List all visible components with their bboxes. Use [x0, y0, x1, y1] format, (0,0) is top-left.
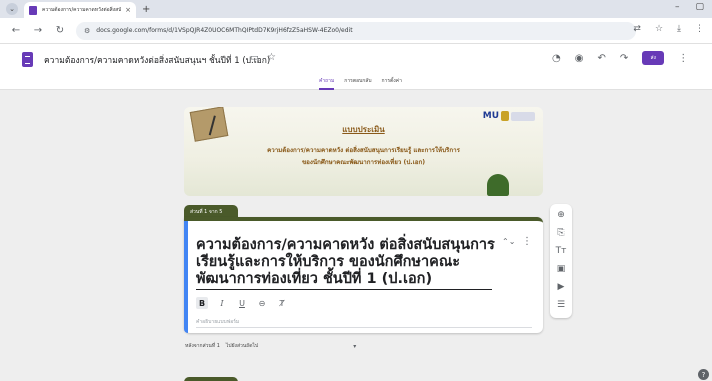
floating-side-toolbar: ⊕ ⎘ Tт ▣ ▶ ☰ [550, 204, 572, 318]
maximize-icon[interactable]: ▢ [695, 2, 704, 12]
browser-tab[interactable]: ความต้องการ/ความคาดหวังต่อสิ่งสนับ... × [24, 2, 136, 18]
form-tabs: คำถาม การตอบกลับ การตั้งค่า [319, 77, 402, 90]
underline-button[interactable]: U [236, 297, 248, 309]
clear-formatting-icon[interactable]: Ⱦ [276, 297, 288, 309]
browser-menu-icon[interactable]: ⋮ [695, 24, 704, 34]
browser-tab-title: ความต้องการ/ความคาดหวังต่อสิ่งสนับ... [42, 7, 122, 13]
forms-logo-icon[interactable] [22, 52, 33, 67]
section-title-input[interactable]: ความต้องการ/ความคาดหวัง ต่อสิ่งสนับสนุนก… [196, 237, 496, 288]
redo-icon[interactable]: ↷ [620, 53, 628, 64]
palette-icon[interactable]: ◔ [552, 53, 561, 64]
window-controls: – ▢ [675, 2, 704, 12]
add-title-icon[interactable]: Tт [554, 244, 568, 258]
preview-eye-icon[interactable]: ◉ [575, 53, 584, 64]
download-icon[interactable]: ⤓ [677, 24, 681, 34]
send-button[interactable]: ส่ง [642, 51, 665, 65]
add-question-icon[interactable]: ⊕ [554, 208, 568, 222]
tab-search-icon[interactable]: ⌄ [6, 3, 18, 15]
section-more-icon[interactable]: ⋮ [522, 236, 532, 247]
bookmark-star-icon[interactable]: ☆ [655, 24, 663, 34]
after-section-control: หลังจากส่วนที่ 1 ไปยังส่วนถัดไป ▾ [185, 342, 356, 350]
next-section-label [184, 377, 238, 381]
add-image-icon[interactable]: ▣ [554, 262, 568, 276]
tab-questions[interactable]: คำถาม [319, 77, 335, 90]
undo-icon[interactable]: ↶ [597, 53, 605, 64]
format-toolbar: B I U ⊖ Ⱦ [196, 297, 288, 309]
new-tab-icon[interactable]: + [142, 4, 150, 15]
banner-subtitle-line-2: ของนักศึกษาคณะพัฒนาการท่องเที่ยว (ป.เอก) [301, 159, 426, 166]
mu-logo-text: MU [482, 111, 499, 121]
card-focus-indicator [184, 221, 188, 333]
browser-tab-strip: ⌄ ความต้องการ/ความคาดหวังต่อสิ่งสนับ... … [0, 0, 712, 18]
header-banner: MU แบบประเมิน ความต้องการ/ความคาดหวัง ต่… [184, 107, 543, 196]
address-bar: ← → ↻ ⚙ docs.google.com/forms/d/1VSpQJR4… [0, 18, 712, 44]
url-text: docs.google.com/forms/d/1VSpQJR4Z0UOC6MT… [96, 27, 353, 34]
star-icon[interactable]: ☆ [267, 52, 276, 63]
help-icon[interactable]: ? [698, 369, 709, 380]
minimize-icon[interactable]: – [675, 2, 680, 12]
back-icon[interactable]: ← [10, 25, 22, 36]
tab-settings[interactable]: การตั้งค่า [382, 77, 402, 90]
add-video-icon[interactable]: ▶ [554, 280, 568, 294]
forms-favicon-icon [29, 5, 37, 15]
tab-close-icon[interactable]: × [125, 6, 131, 14]
browser-actions: ⇄ ☆ ⤓ ⋮ [633, 24, 704, 34]
italic-button[interactable]: I [216, 297, 228, 309]
tab-responses[interactable]: การตอบกลับ [344, 77, 371, 90]
title-underline [196, 289, 492, 290]
banner-subtitle-line-1: ความต้องการ/ความคาดหวัง ต่อสิ่งสนับสนุนก… [267, 147, 460, 154]
form-description-input[interactable] [196, 317, 526, 327]
university-logo: MU [483, 111, 535, 121]
after-section-label: หลังจากส่วนที่ 1 [185, 343, 220, 349]
add-section-icon[interactable]: ☰ [554, 298, 568, 312]
forms-header: ความต้องการ/ความคาดหวังต่อสิ่งสนับสนุนฯ … [0, 44, 712, 90]
after-section-dropdown[interactable]: ไปยังส่วนถัดไป ▾ [226, 342, 356, 350]
collapse-section-icon[interactable]: ⌃⌄ [502, 237, 515, 246]
translate-icon[interactable]: ⇄ [633, 24, 641, 34]
bold-button[interactable]: B [196, 297, 208, 309]
university-seal-icon [501, 111, 509, 121]
reload-icon[interactable]: ↻ [54, 25, 66, 36]
more-options-icon[interactable]: ⋮ [678, 53, 688, 64]
after-section-value: ไปยังส่วนถัดไป [225, 343, 259, 349]
url-field[interactable]: ⚙ docs.google.com/forms/d/1VSpQJR4Z0UOC6… [76, 21, 636, 40]
plant-illustration [487, 174, 509, 196]
site-info-icon[interactable]: ⚙ [84, 27, 90, 35]
insert-link-icon[interactable]: ⊖ [256, 297, 268, 309]
document-title[interactable]: ความต้องการ/ความคาดหวังต่อสิ่งสนับสนุนฯ … [44, 53, 270, 67]
header-actions: ◔ ◉ ↶ ↷ ส่ง ⋮ [552, 51, 688, 65]
section-title-card[interactable]: ความต้องการ/ความคาดหวัง ต่อสิ่งสนับสนุนก… [184, 217, 543, 333]
description-underline [196, 327, 532, 328]
forward-icon[interactable]: → [32, 25, 44, 36]
banner-heading: แบบประเมิน [342, 125, 385, 134]
dropdown-caret-icon: ▾ [353, 342, 357, 350]
move-to-folder-icon[interactable]: ▭ [250, 53, 259, 63]
import-questions-icon[interactable]: ⎘ [554, 226, 568, 240]
faculty-logo-icon [511, 111, 535, 121]
